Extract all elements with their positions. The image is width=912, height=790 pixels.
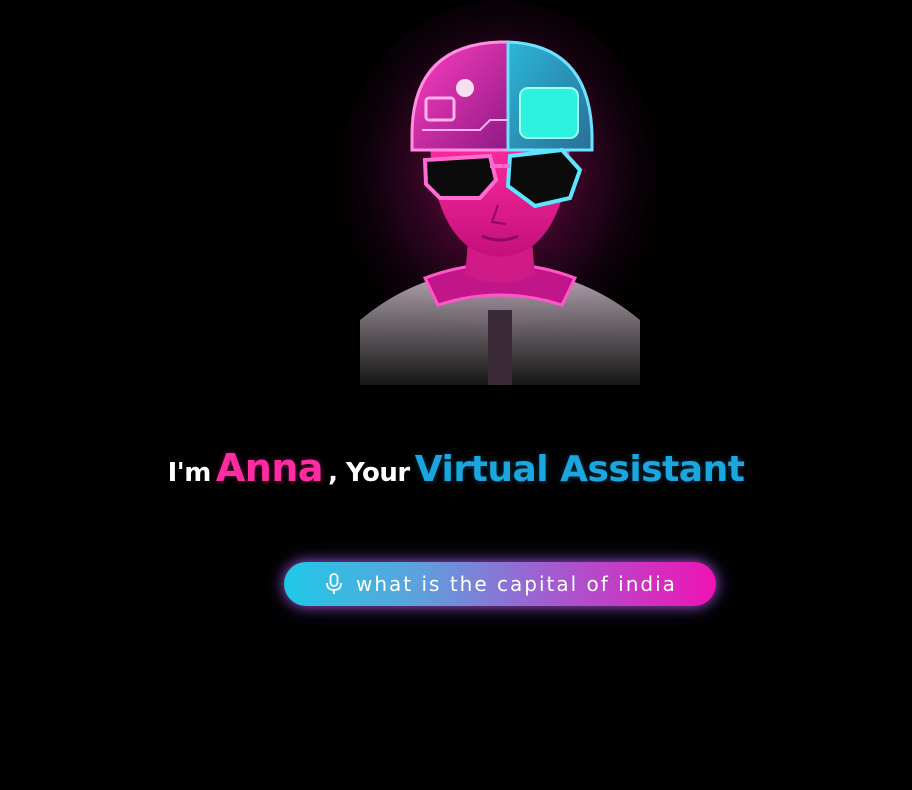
greeting-middle: , Your [328,458,410,488]
assistant-name: Anna [215,446,324,490]
voice-input-button[interactable]: what is the capital of india [284,562,716,606]
greeting-prefix: I'm [167,458,212,488]
microphone-icon[interactable] [324,572,344,596]
assistant-tagline: I'm Anna , Your Virtual Assistant [0,446,912,490]
app-screen: I'm Anna , Your Virtual Assistant what i… [0,0,912,790]
voice-transcript: what is the capital of india [356,572,677,596]
assistant-role: Virtual Assistant [414,449,745,490]
assistant-avatar-image [330,0,670,385]
